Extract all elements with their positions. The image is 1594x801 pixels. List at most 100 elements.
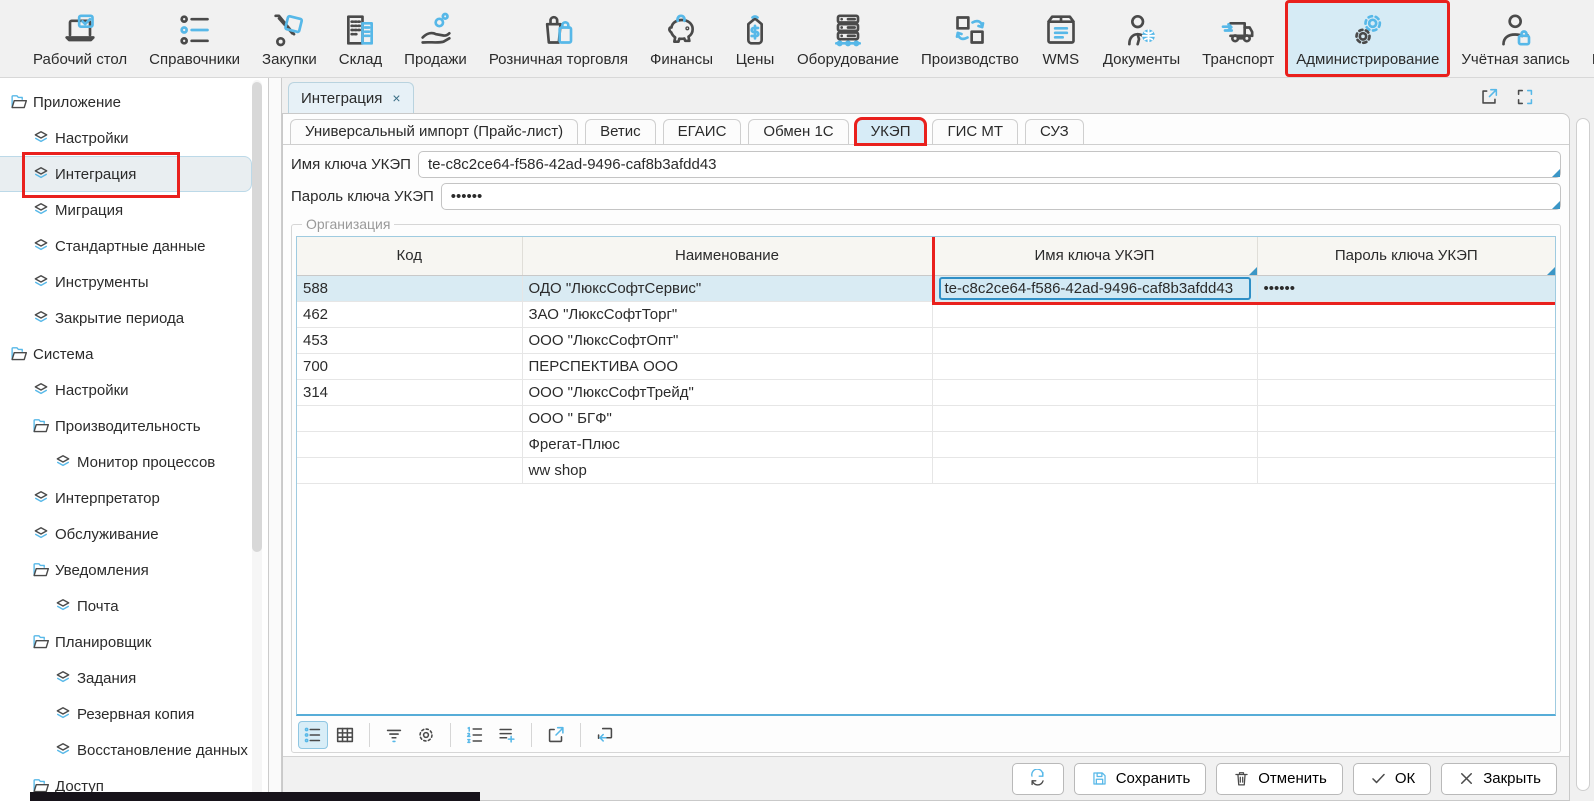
add-row-list-button[interactable] bbox=[492, 721, 522, 749]
table-view-button[interactable] bbox=[330, 721, 360, 749]
table-cell[interactable]: ОДО "ЛюксСофтСервис" bbox=[522, 275, 932, 301]
table-cell[interactable] bbox=[297, 457, 522, 483]
reimport-button[interactable] bbox=[590, 721, 620, 749]
table-row[interactable]: ООО " БГФ" bbox=[297, 405, 1555, 431]
sidebar-item-performance[interactable]: Производительность bbox=[0, 408, 268, 444]
table-cell[interactable] bbox=[932, 431, 1257, 457]
toolbar-item-references[interactable]: Справочники bbox=[138, 0, 251, 77]
ok-button[interactable]: ОК bbox=[1353, 763, 1431, 795]
column-header-0[interactable]: Код bbox=[297, 237, 522, 275]
table-cell[interactable] bbox=[297, 405, 522, 431]
table-row[interactable]: 453ООО "ЛюксСофтОпт" bbox=[297, 327, 1555, 353]
table-cell[interactable]: 588 bbox=[297, 275, 522, 301]
tab-close-icon[interactable]: × bbox=[392, 90, 400, 106]
save-button[interactable]: Сохранить bbox=[1074, 763, 1207, 795]
table-cell[interactable] bbox=[932, 405, 1257, 431]
toolbar-item-retail[interactable]: Розничная торговля bbox=[478, 0, 639, 77]
table-cell[interactable] bbox=[932, 327, 1257, 353]
toolbar-item-transport[interactable]: Транспорт bbox=[1191, 0, 1285, 77]
ukep-key-name-input[interactable] bbox=[418, 151, 1561, 178]
toolbar-item-equipment[interactable]: Оборудование bbox=[786, 0, 910, 77]
table-row[interactable]: ww shop bbox=[297, 457, 1555, 483]
table-cell[interactable]: •••••• bbox=[1257, 275, 1555, 301]
fullscreen-button[interactable] bbox=[1514, 86, 1536, 108]
subtab-universal-import[interactable]: Универсальный импорт (Прайс-лист) bbox=[290, 119, 578, 144]
toolbar-item-administration[interactable]: Администрирование bbox=[1285, 0, 1450, 77]
toolbar-item-documents[interactable]: Документы bbox=[1092, 0, 1191, 77]
sidebar-item-scheduler[interactable]: Планировщик bbox=[0, 624, 268, 660]
table-cell[interactable]: ПЕРСПЕКТИВА ООО bbox=[522, 353, 932, 379]
table-row[interactable]: Фрегат-Плюс bbox=[297, 431, 1555, 457]
table-cell[interactable] bbox=[932, 379, 1257, 405]
numbered-list-button[interactable] bbox=[460, 721, 490, 749]
settings-button[interactable] bbox=[411, 721, 441, 749]
subtab-vetis[interactable]: Ветис bbox=[585, 119, 656, 144]
table-row[interactable]: 462ЗАО "ЛюксСофтТорг" bbox=[297, 301, 1555, 327]
sidebar-item-integration[interactable]: Интеграция bbox=[0, 156, 252, 192]
sidebar-item-tools[interactable]: Инструменты bbox=[0, 264, 268, 300]
sidebar-item-mail[interactable]: Почта bbox=[0, 588, 268, 624]
table-row[interactable]: 700ПЕРСПЕКТИВА ООО bbox=[297, 353, 1555, 379]
table-cell[interactable]: ООО " БГФ" bbox=[522, 405, 932, 431]
table-cell[interactable] bbox=[1257, 327, 1555, 353]
table-cell[interactable] bbox=[1257, 301, 1555, 327]
table-cell[interactable] bbox=[1257, 431, 1555, 457]
sidebar-item-backup[interactable]: Резервная копия bbox=[0, 696, 268, 732]
toolbar-item-finance[interactable]: Финансы bbox=[639, 0, 724, 77]
table-cell[interactable]: 700 bbox=[297, 353, 522, 379]
sidebar-item-tasks[interactable]: Задания bbox=[0, 660, 268, 696]
table-row[interactable]: 314ООО "ЛюксСофтТрейд" bbox=[297, 379, 1555, 405]
toolbar-item-production[interactable]: Производство bbox=[910, 0, 1030, 77]
filter-button[interactable] bbox=[379, 721, 409, 749]
subtab-gis-mt[interactable]: ГИС МТ bbox=[932, 119, 1018, 144]
focused-cell[interactable]: te-c8c2ce64-f586-42ad-9496-caf8b3afdd43 bbox=[939, 277, 1251, 300]
sidebar-item-migration[interactable]: Миграция bbox=[0, 192, 268, 228]
table-cell[interactable]: Фрегат-Плюс bbox=[522, 431, 932, 457]
subtab-suz[interactable]: СУЗ bbox=[1025, 119, 1084, 144]
table-cell[interactable]: ООО "ЛюксСофтОпт" bbox=[522, 327, 932, 353]
toolbar-item-desktop[interactable]: Рабочий стол bbox=[22, 0, 138, 77]
column-header-3[interactable]: Пароль ключа УКЭП bbox=[1257, 237, 1555, 275]
list-view-button[interactable] bbox=[298, 721, 328, 749]
table-cell[interactable]: ЗАО "ЛюксСофтТорг" bbox=[522, 301, 932, 327]
sidebar-item-settings-app[interactable]: Настройки bbox=[0, 120, 268, 156]
sidebar-scrollbar[interactable] bbox=[252, 80, 262, 796]
toolbar-item-sales[interactable]: Продажи bbox=[393, 0, 478, 77]
column-header-2[interactable]: Имя ключа УКЭП bbox=[932, 237, 1257, 275]
panel-right-scrollbar[interactable] bbox=[1576, 118, 1590, 791]
subtab-egais[interactable]: ЕГАИС bbox=[663, 119, 742, 144]
table-cell[interactable] bbox=[297, 431, 522, 457]
toolbar-item-purchases[interactable]: Закупки bbox=[251, 0, 328, 77]
table-row[interactable]: 588ОДО "ЛюксСофтСервис" te-c8c2ce64-f586-… bbox=[297, 275, 1555, 301]
sidebar-scrollbar-thumb[interactable] bbox=[252, 82, 262, 552]
table-cell[interactable] bbox=[932, 353, 1257, 379]
column-header-1[interactable]: Наименование bbox=[522, 237, 932, 275]
table-cell[interactable] bbox=[1257, 353, 1555, 379]
table-cell[interactable]: ООО "ЛюксСофтТрейд" bbox=[522, 379, 932, 405]
export-button[interactable] bbox=[541, 721, 571, 749]
subtab-ukep[interactable]: УКЭП bbox=[856, 119, 926, 144]
refresh-button[interactable] bbox=[1012, 763, 1064, 795]
table-cell[interactable] bbox=[1257, 405, 1555, 431]
detach-button[interactable] bbox=[1478, 86, 1500, 108]
toolbar-item-account[interactable]: Учётная запись bbox=[1450, 0, 1581, 77]
table-cell[interactable] bbox=[1257, 379, 1555, 405]
sidebar-item-notifications[interactable]: Уведомления bbox=[0, 552, 268, 588]
table-cell[interactable]: 314 bbox=[297, 379, 522, 405]
toolbar-item-warehouse[interactable]: Склад bbox=[328, 0, 393, 77]
cancel-button[interactable]: Отменить bbox=[1216, 763, 1343, 795]
sidebar-item-maintenance[interactable]: Обслуживание bbox=[0, 516, 268, 552]
sidebar-item-process-monitor[interactable]: Монитор процессов bbox=[0, 444, 268, 480]
toolbar-item-wms[interactable]: WMS bbox=[1030, 0, 1092, 77]
table-cell[interactable]: 453 bbox=[297, 327, 522, 353]
sidebar-item-app[interactable]: Приложение bbox=[0, 84, 268, 120]
sidebar-item-interpreter[interactable]: Интерпретатор bbox=[0, 480, 268, 516]
tab-integration[interactable]: Интеграция × bbox=[288, 82, 414, 113]
table-cell[interactable] bbox=[932, 301, 1257, 327]
table-cell[interactable]: te-c8c2ce64-f586-42ad-9496-caf8b3afdd43 bbox=[932, 275, 1257, 301]
table-cell[interactable]: ww shop bbox=[522, 457, 932, 483]
sidebar-item-period-closing[interactable]: Закрытие периода bbox=[0, 300, 268, 336]
sidebar-item-settings-system[interactable]: Настройки bbox=[0, 372, 268, 408]
close-button[interactable]: Закрыть bbox=[1441, 763, 1557, 795]
ukep-key-password-input[interactable] bbox=[441, 183, 1561, 210]
